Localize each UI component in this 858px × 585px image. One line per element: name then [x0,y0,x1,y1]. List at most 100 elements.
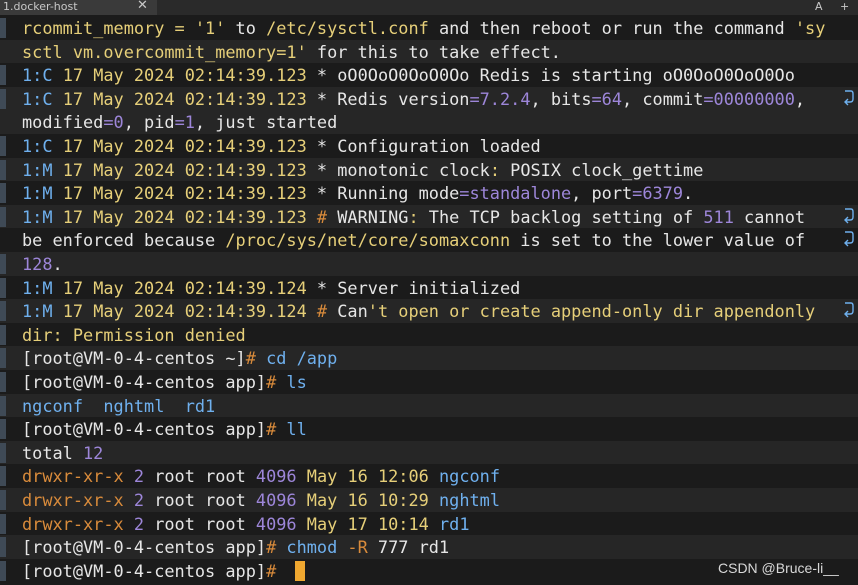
text-segment: '1' [194,18,226,38]
terminal-line-text: 1:M 17 May 2024 02:14:39.124 * Server in… [22,277,520,299]
text-segment: 1:M [22,301,63,322]
text-segment: WARNING [337,206,409,227]
text-segment: drwxr-xr-x [22,466,124,487]
text-segment: /etc/sysctl.conf [266,18,429,38]
text-segment: The TCP backlog setting of [418,206,704,227]
text-segment: [root@VM-0-4-centos ~] [22,348,246,369]
text-segment: cd /app [266,348,338,369]
terminal-line-text: 1:C 17 May 2024 02:14:39.123 * oO0OoO0Oo… [22,64,795,86]
text-segment: is set to the lower value of [510,230,806,251]
line-marker [0,513,6,534]
text-segment: [root@VM-0-4-centos app] [22,537,267,558]
text-segment: =standalone [459,183,572,204]
text-segment: , just started [194,112,338,133]
text-segment: /proc/sys/net/core/somaxconn [225,230,511,251]
terminal-line: [root@VM-0-4-centos app]# ll [0,417,858,441]
terminal-line-text: [root@VM-0-4-centos app]# ls [22,371,307,393]
text-segment: # [266,372,287,392]
line-marker [0,254,6,274]
text-segment: May 16 10:29 [296,490,439,510]
text-segment: 1:C [22,65,63,86]
text-segment: 17 May 2024 02:14:39.123 [62,206,317,227]
text-segment: root root [154,513,256,534]
text-segment: # [266,537,287,558]
line-wrap-icon [844,208,854,224]
terminal-line: 1:C 17 May 2024 02:14:39.123 * oO0OoO0Oo… [0,63,858,87]
text-segment: * [316,65,338,86]
tab-docker-host[interactable]: 1.docker-host ✕ [0,0,157,15]
terminal-line-text: total 12 [22,442,103,464]
close-icon[interactable]: ✕ [137,0,148,12]
line-wrap-icon [844,231,854,247]
terminal-line-text: ngconf nghtml rd1 [22,395,215,417]
text-segment: # [245,348,267,369]
text-segment: for this to take effect. [306,41,561,62]
terminal-line: dir: Permission denied [0,323,858,347]
text-segment: 17 May 2024 02:14:39.123 [62,88,317,109]
terminal-line: 1:C 17 May 2024 02:14:39.123 * Configura… [0,134,858,158]
terminal-line-text: [root@VM-0-4-centos ~]# cd /app [22,347,337,369]
terminal-line: 128. [0,252,858,276]
text-segment: root root [154,466,256,487]
text-segment: 't open or create append-only dir append… [367,301,816,322]
text-segment: . [683,183,694,204]
text-segment: Running mode [337,183,460,204]
text-segment: * [316,277,338,298]
terminal-line-text: 128. [22,253,63,275]
text-segment: nghtml [438,490,500,510]
line-marker [0,372,6,392]
text-segment: # [316,301,338,322]
terminal-line: 1:M 17 May 2024 02:14:39.124 * Server in… [0,276,858,300]
line-marker [0,136,6,156]
text-segment: # [266,560,287,581]
line-marker [0,159,6,180]
text-segment: 1:C [22,136,63,156]
text-segment: Configuration loaded [337,136,541,156]
text-segment: =0 [103,112,124,133]
text-segment: 17 May 2024 02:14:39.123 [62,136,317,156]
text-segment: : [408,206,419,227]
text-segment: Can [337,301,368,322]
terminal-line-text: 1:C 17 May 2024 02:14:39.123 * Configura… [22,135,541,157]
terminal-line: drwxr-xr-x 2 root root 4096 May 16 12:06… [0,464,858,488]
text-segment: 4096 [255,490,297,510]
line-marker [0,348,6,369]
terminal-line: rcommit_memory = '1' to /etc/sysctl.conf… [0,16,858,40]
terminal-line: drwxr-xr-x 2 root root 4096 May 17 10:14… [0,512,858,536]
terminal-line: [root@VM-0-4-centos ~]# cd /app [0,346,858,370]
text-cursor [295,560,306,581]
terminal-output[interactable]: rcommit_memory = '1' to /etc/sysctl.conf… [0,16,858,585]
text-segment: be enforced because [22,230,226,251]
text-segment: sctl vm.overcommit_memory=1' [22,41,307,62]
text-segment: 17 May 2024 02:14:39.123 [62,65,317,86]
text-segment: drwxr-xr-x [22,490,124,510]
text-segment: 128 [22,254,53,274]
new-tab-button[interactable]: + [840,0,849,13]
text-segment: ngconf [438,466,500,487]
terminal-line: 1:M 17 May 2024 02:14:39.124 # Can't ope… [0,299,858,323]
font-size-button[interactable]: A [815,0,823,13]
line-marker [0,18,6,38]
text-segment: May 16 12:06 [296,466,439,487]
text-segment: * [316,88,338,109]
watermark: CSDN @Bruce-li__ [718,560,839,576]
terminal-line-text: 1:M 17 May 2024 02:14:39.123 * monotonic… [22,159,703,181]
text-segment: * [316,183,338,204]
text-segment: 17 May 2024 02:14:39.123 [62,183,317,204]
text-segment: 1:C [22,88,63,109]
text-segment: 2 [123,490,155,510]
text-segment: 1:M [22,183,63,204]
terminal-line: total 12 [0,440,858,465]
text-segment: [root@VM-0-4-centos app] [22,372,267,392]
terminal-line-text: rcommit_memory = '1' to /etc/sysctl.conf… [22,17,825,39]
terminal-line: 1:M 17 May 2024 02:14:39.123 * monotonic… [0,157,858,182]
text-segment: cannot [733,206,806,227]
text-segment: 2 [123,466,155,487]
line-marker [0,183,6,204]
text-segment: # [316,206,338,227]
line-marker [0,65,6,86]
text-segment: Server initialized [337,277,521,298]
text-segment: 511 [703,206,734,227]
tab-bar: 1.docker-host ✕ A + [0,0,858,15]
text-segment: ls [286,372,307,392]
